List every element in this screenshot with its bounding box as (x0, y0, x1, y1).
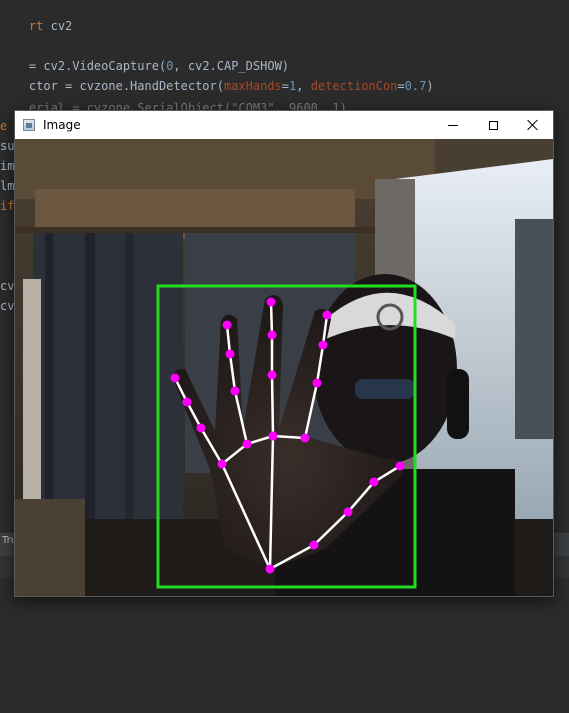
code-line-4: erial = cvzone.SerialObject("COM3", 9600… (0, 78, 347, 115)
window-titlebar[interactable]: Image (15, 111, 553, 139)
code-fragment: cv (0, 299, 15, 313)
landmark-point (242, 439, 252, 449)
code-token: = (397, 79, 405, 93)
camera-feed (15, 139, 553, 596)
landmark-point (222, 320, 232, 330)
window-title: Image (43, 118, 81, 132)
window-frame (515, 219, 553, 439)
landmark-point (182, 397, 192, 407)
landmark-point (217, 459, 227, 469)
landmark-point (266, 297, 276, 307)
landmark-point (312, 378, 322, 388)
camera-frame-image (15, 139, 553, 596)
curtain-fold (85, 233, 95, 563)
landmark-point (225, 349, 235, 359)
window-controls (433, 111, 553, 139)
landmark-point (343, 507, 353, 517)
landmark-point (196, 423, 206, 433)
landmark-point (395, 461, 405, 471)
landmark-point (267, 330, 277, 340)
maximize-button[interactable] (473, 111, 513, 139)
landmark-point (170, 373, 180, 383)
glasses (355, 379, 415, 399)
curtain-rod (15, 227, 375, 233)
minimize-icon (448, 124, 458, 126)
code-fragment: if (0, 199, 15, 213)
landmark-point (230, 386, 240, 396)
code-fragment: cv (0, 279, 15, 293)
left-object (15, 499, 85, 596)
landmark-point (309, 540, 319, 550)
code-fragment: lm (0, 179, 15, 193)
code-line-2: = cv2.VideoCapture(0, cv2.CAP_DSHOW) (0, 36, 289, 73)
app-window-icon (23, 119, 35, 131)
image-window[interactable]: Image (14, 110, 554, 597)
landmark-point (265, 564, 275, 574)
landmark-point (267, 370, 277, 380)
landmark-point (300, 433, 310, 443)
landmark-point (369, 477, 379, 487)
minimize-button[interactable] (433, 111, 473, 139)
landmark-point (318, 340, 328, 350)
code-token: ) (426, 79, 434, 93)
landmark-point (322, 310, 332, 320)
landmark-point (268, 431, 278, 441)
headphone (447, 369, 469, 439)
code-fragment: e (0, 119, 8, 133)
code-token: cv2 (50, 19, 73, 33)
code-fragment: su (0, 139, 15, 153)
code-token: 0.7 (404, 79, 427, 93)
code-fragment: im (0, 159, 15, 173)
code-token: rt (28, 19, 51, 33)
curtain-fold (125, 233, 133, 563)
close-button[interactable] (513, 111, 553, 139)
code-line-1: rt cv2 (0, 0, 72, 33)
code-line-3: ctor = cvzone.HandDetector(maxHands=1, d… (0, 56, 434, 93)
close-icon (527, 119, 539, 131)
maximize-icon (488, 120, 498, 130)
